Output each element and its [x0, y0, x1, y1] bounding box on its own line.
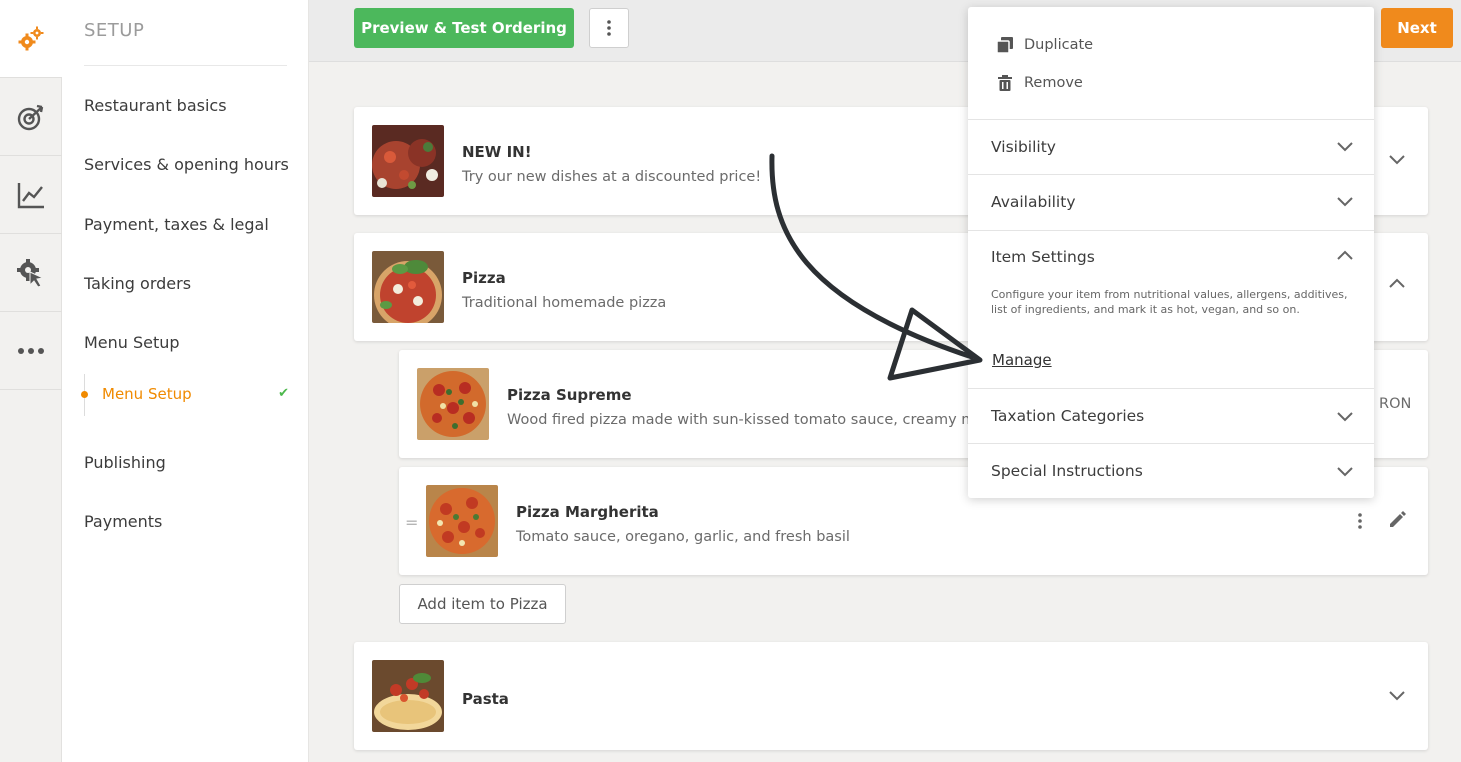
item-settings-description: Configure your item from nutritional val… — [991, 288, 1348, 316]
section-label: Special Instructions — [991, 462, 1143, 480]
section-availability[interactable]: Availability — [968, 174, 1374, 229]
chevron-down-icon[interactable] — [1336, 410, 1354, 422]
section-label: Availability — [991, 193, 1076, 211]
chevron-down-icon[interactable] — [1336, 140, 1354, 152]
target-icon[interactable] — [0, 78, 62, 156]
duplicate-icon — [996, 37, 1013, 54]
subitem-label: Menu Setup — [102, 385, 192, 403]
category-title: Pasta — [462, 690, 509, 708]
category-description: Traditional homemade pizza — [462, 295, 667, 311]
setup-sidebar: SETUP Restaurant basics Services & openi… — [62, 0, 309, 762]
chevron-down-icon[interactable] — [1388, 689, 1406, 701]
sidebar-subitem-menu-setup[interactable]: Menu Setup ✔ — [81, 374, 289, 416]
category-thumbnail — [372, 251, 444, 323]
sidebar-item-services[interactable]: Services & opening hours — [84, 155, 289, 174]
add-item-button[interactable]: Add item to Pizza — [399, 584, 566, 624]
category-thumbnail — [372, 660, 444, 732]
gears-icon[interactable] — [0, 0, 62, 78]
category-title: Pizza — [462, 269, 506, 287]
remove-action[interactable]: Remove — [996, 74, 1083, 92]
chevron-down-icon[interactable] — [1336, 195, 1354, 207]
divider — [84, 65, 287, 66]
edit-pencil-icon[interactable] — [1388, 511, 1406, 529]
chevron-down-icon[interactable] — [1388, 153, 1406, 165]
item-thumbnail — [417, 368, 489, 440]
sidebar-item-taking-orders[interactable]: Taking orders — [84, 274, 191, 293]
sidebar-title: SETUP — [84, 20, 145, 41]
active-dot — [81, 391, 88, 398]
item-options-dropdown: Duplicate Remove Visibility Availability… — [968, 7, 1374, 498]
item-description: Wood fired pizza made with sun-kissed to… — [507, 412, 1009, 428]
category-description: Try our new dishes at a discounted price… — [462, 169, 762, 185]
section-label: Taxation Categories — [991, 407, 1145, 425]
chevron-up-icon[interactable] — [1336, 249, 1354, 261]
section-visibility[interactable]: Visibility — [968, 119, 1374, 174]
item-description: Tomato sauce, oregano, garlic, and fresh… — [516, 529, 850, 545]
icon-rail — [0, 0, 62, 762]
drag-handle-icon[interactable]: = — [405, 513, 418, 532]
section-special-instructions[interactable]: Special Instructions — [968, 443, 1374, 498]
item-title: Pizza Supreme — [507, 386, 632, 404]
kebab-icon — [607, 20, 611, 36]
manage-link[interactable]: Manage — [992, 351, 1052, 369]
section-taxation-categories[interactable]: Taxation Categories — [968, 388, 1374, 443]
trash-icon — [998, 75, 1012, 91]
duplicate-label: Duplicate — [1024, 37, 1094, 53]
item-title: Pizza Margherita — [516, 503, 659, 521]
item-thumbnail — [426, 485, 498, 557]
sidebar-item-restaurant-basics[interactable]: Restaurant basics — [84, 96, 227, 115]
item-more-icon[interactable] — [1358, 513, 1362, 529]
section-label: Visibility — [991, 138, 1056, 156]
sidebar-item-payments[interactable]: Payments — [84, 512, 162, 531]
chevron-up-icon[interactable] — [1388, 277, 1406, 289]
remove-label: Remove — [1024, 75, 1083, 91]
cursor-gear-icon[interactable] — [0, 234, 62, 312]
duplicate-action[interactable]: Duplicate — [996, 36, 1093, 54]
sidebar-item-menu-setup[interactable]: Menu Setup — [84, 333, 180, 352]
item-price-currency: RON — [1379, 396, 1412, 412]
check-icon: ✔ — [278, 386, 289, 401]
chart-icon[interactable] — [0, 156, 62, 234]
preview-test-ordering-button[interactable]: Preview & Test Ordering — [354, 8, 574, 48]
category-title: NEW IN! — [462, 143, 532, 161]
sidebar-item-payment-taxes[interactable]: Payment, taxes & legal — [84, 215, 269, 234]
next-button[interactable]: Next — [1381, 8, 1453, 48]
category-thumbnail — [372, 125, 444, 197]
chevron-down-icon[interactable] — [1336, 465, 1354, 477]
section-label: Item Settings — [991, 248, 1095, 266]
sidebar-item-publishing[interactable]: Publishing — [84, 453, 166, 472]
more-icon[interactable] — [0, 312, 62, 390]
more-options-button[interactable] — [589, 8, 629, 48]
category-card-pasta[interactable]: Pasta — [354, 642, 1428, 750]
